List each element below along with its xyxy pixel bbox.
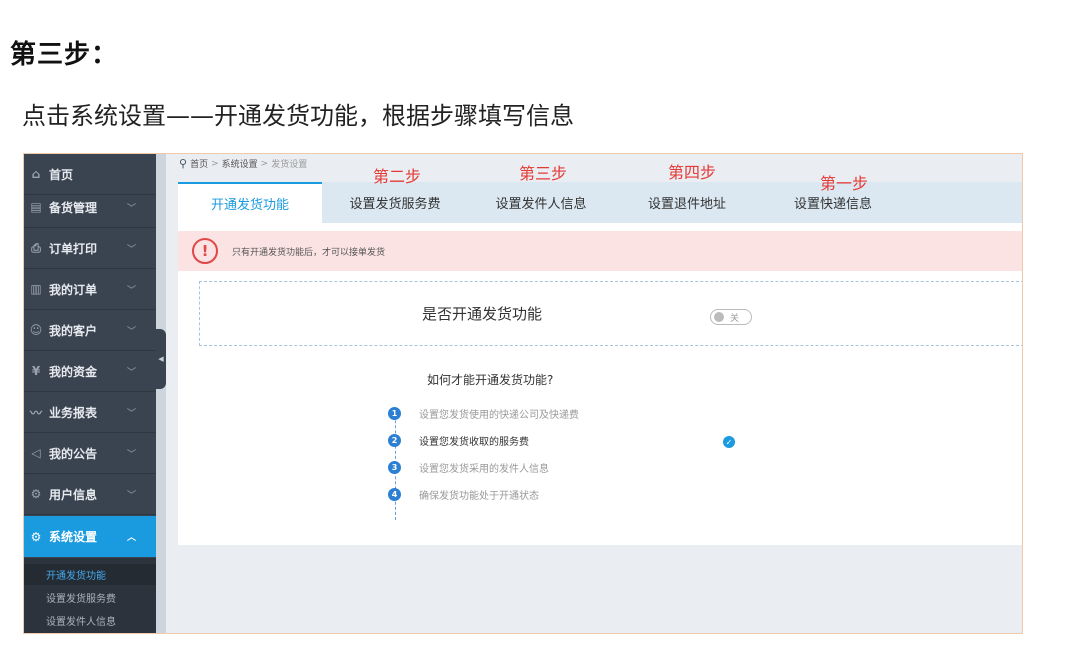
gear-icon: ⚙ — [30, 487, 42, 501]
step-text: 设置您发货采用的发件人信息 — [419, 463, 549, 475]
sidebar-item-print[interactable]: ⎙ 订单打印 ﹀ — [24, 228, 156, 269]
chevron-down-icon: ﹀ — [126, 408, 136, 419]
breadcrumb-separator: > — [211, 158, 219, 169]
sidebar-item-funds[interactable]: ¥ 我的资金 ﹀ — [24, 351, 156, 392]
sidebar-submenu: 开通发货功能 设置发货服务费 设置发件人信息 — [24, 558, 156, 633]
step-annotation: 第四步 — [668, 163, 717, 182]
toggle-section: 是否开通发货功能 关 — [199, 281, 1022, 346]
submenu-item-sender-info[interactable]: 设置发件人信息 — [24, 610, 156, 631]
breadcrumb-home[interactable]: 首页 — [190, 157, 208, 170]
chevron-down-icon: ﹀ — [126, 490, 136, 501]
sidebar-item-label: 首页 — [49, 167, 74, 182]
toggle-state-text: 关 — [730, 313, 740, 324]
howto-step: 4 确保发货功能处于开通状态 — [388, 486, 539, 502]
howto-step: 2 设置您发货收取的服务费 — [388, 432, 529, 448]
tab-return-address[interactable]: 设置退件地址 — [614, 182, 760, 223]
step-number-badge: 2 — [388, 433, 401, 447]
tab-bar: 开通发货功能 设置发货服务费 设置发件人信息 设置退件地址 设置快递信息 — [178, 182, 1022, 223]
sidebar: ⌂ 首页 ▤ 备货管理 ﹀ ⎙ 订单打印 ﹀ ▥ 我的订单 ﹀ ☺ 我的客户 ﹀… — [24, 154, 156, 633]
howto-title: 如何才能开通发货功能? — [427, 373, 554, 387]
sidebar-gutter — [156, 154, 166, 633]
step-annotation: 第三步 — [519, 164, 568, 183]
toggle-label: 是否开通发货功能 — [422, 305, 543, 323]
step-text: 设置您发货使用的快递公司及快递费 — [419, 409, 579, 421]
box-icon: ▤ — [30, 200, 42, 214]
chart-icon: 〰 — [29, 405, 42, 420]
chevron-down-icon: ﹀ — [126, 449, 136, 460]
user-icon: ☺ — [29, 323, 43, 337]
sidebar-item-reports[interactable]: 〰 业务报表 ﹀ — [24, 392, 156, 433]
sidebar-item-label: 订单打印 — [49, 241, 98, 256]
step-number-badge: 1 — [388, 406, 401, 420]
chevron-down-icon: ﹀ — [126, 326, 136, 337]
breadcrumb-current: 发货设置 — [271, 160, 308, 170]
content-panel: ! 只有开通发货功能后，才可以接单发货 是否开通发货功能 关 如何才能开通发货功… — [178, 223, 1022, 545]
warning-icon: ! — [192, 238, 218, 264]
chevron-up-icon: ︿ — [126, 533, 136, 543]
printer-icon: ⎙ — [31, 240, 41, 255]
alert-banner: ! 只有开通发货功能后，才可以接单发货 — [178, 231, 1022, 271]
submenu-item-enable-shipping[interactable]: 开通发货功能 — [24, 564, 156, 585]
chevron-down-icon: ﹀ — [126, 367, 136, 378]
breadcrumb-section[interactable]: 系统设置 — [222, 157, 258, 170]
chevron-left-icon: ◀ — [158, 355, 164, 363]
howto-step: 1 设置您发货使用的快递公司及快递费 — [388, 405, 579, 421]
sidebar-item-user-info[interactable]: ⚙ 用户信息 ﹀ — [24, 474, 156, 515]
tab-enable-shipping[interactable]: 开通发货功能 — [178, 182, 322, 223]
sidebar-item-label: 我的资金 — [49, 364, 98, 379]
breadcrumb-separator: > — [260, 158, 269, 169]
sidebar-item-label: 系统设置 — [49, 530, 98, 544]
doc-heading: 第三步： — [10, 40, 119, 70]
step-text: 确保发货功能处于开通状态 — [419, 490, 539, 502]
step-text: 设置您发货收取的服务费 — [419, 436, 529, 448]
chevron-down-icon: ﹀ — [126, 285, 136, 296]
step-number-badge: 3 — [388, 460, 401, 474]
tab-service-fee[interactable]: 设置发货服务费 — [322, 182, 468, 223]
step-annotation: 第一步 — [820, 174, 869, 193]
chevron-down-icon: ﹀ — [126, 244, 136, 255]
alert-text: 只有开通发货功能后，才可以接单发货 — [232, 247, 386, 258]
sidebar-item-announcements[interactable]: ◁ 我的公告 ﹀ — [24, 433, 156, 474]
sidebar-item-label: 我的客户 — [49, 323, 98, 338]
shipping-toggle[interactable]: 关 — [710, 309, 752, 325]
check-icon: ✓ — [723, 436, 735, 448]
sidebar-item-label: 用户信息 — [49, 487, 98, 502]
toggle-knob — [714, 312, 724, 322]
collapse-sidebar-handle[interactable]: ◀ — [156, 329, 166, 389]
sidebar-item-customers[interactable]: ☺ 我的客户 ﹀ — [24, 310, 156, 351]
chevron-down-icon: ﹀ — [126, 203, 136, 214]
breadcrumb: ⚲ 首页 > 系统设置 > 发货设置 — [179, 157, 307, 170]
tab-sender-info[interactable]: 设置发件人信息 — [468, 182, 614, 223]
sidebar-item-label: 备货管理 — [49, 200, 98, 215]
document-icon: ▥ — [30, 282, 42, 296]
settings-icon: ⚙ — [30, 529, 42, 544]
sidebar-item-label: 我的订单 — [49, 282, 98, 297]
submenu-item-service-fee[interactable]: 设置发货服务费 — [24, 587, 156, 608]
step-annotation: 第二步 — [373, 167, 422, 186]
sidebar-item-orders[interactable]: ▥ 我的订单 ﹀ — [24, 269, 156, 310]
yen-icon: ¥ — [31, 364, 41, 378]
sidebar-item-stock[interactable]: ▤ 备货管理 ﹀ — [24, 187, 156, 228]
sidebar-item-label: 我的公告 — [49, 446, 98, 461]
location-pin-icon: ⚲ — [179, 157, 188, 170]
step-number-badge: 4 — [388, 487, 401, 501]
main-area: ⚲ 首页 > 系统设置 > 发货设置 开通发货功能 设置发货服务费 设置发件人信… — [166, 154, 1022, 633]
sidebar-item-label: 业务报表 — [49, 405, 98, 420]
doc-instruction: 点击系统设置——开通发货功能，根据步骤填写信息 — [22, 102, 574, 130]
screenshot-frame: ⌂ 首页 ▤ 备货管理 ﹀ ⎙ 订单打印 ﹀ ▥ 我的订单 ﹀ ☺ 我的客户 ﹀… — [23, 153, 1023, 634]
home-icon: ⌂ — [31, 167, 41, 181]
speaker-icon: ◁ — [31, 446, 41, 460]
sidebar-item-system-settings[interactable]: ⚙ 系统设置 ︿ — [24, 516, 156, 557]
howto-step: 3 设置您发货采用的发件人信息 — [388, 459, 549, 475]
